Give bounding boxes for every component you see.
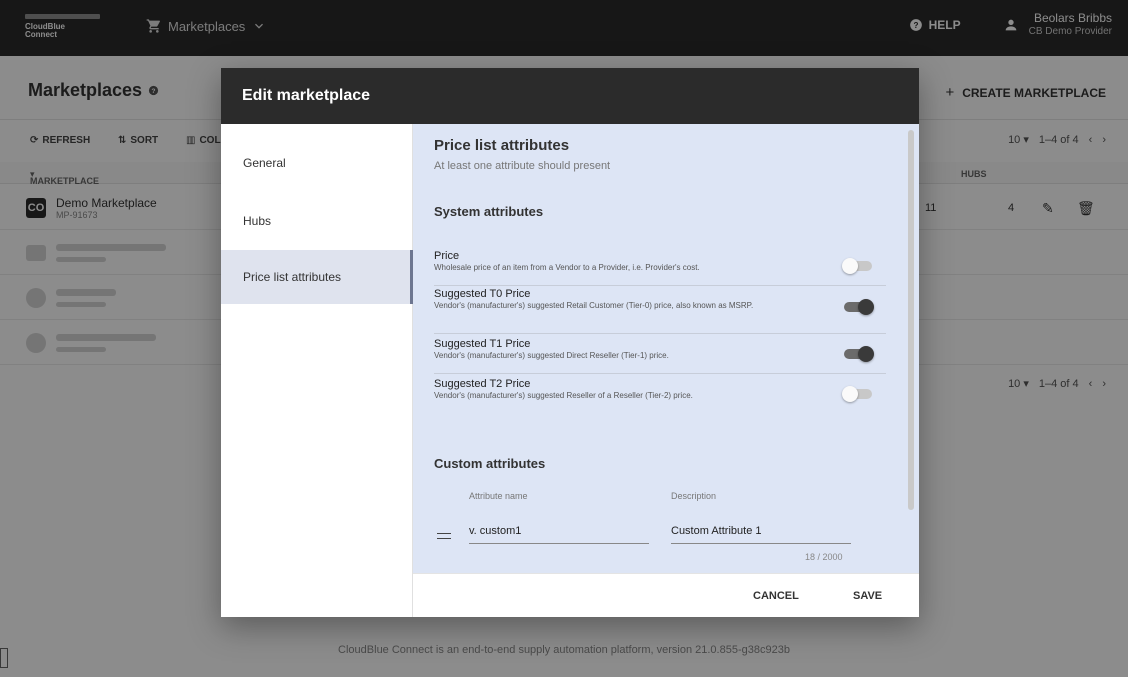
- attribute-name-header: Attribute name: [469, 491, 528, 501]
- t0-price-toggle[interactable]: [844, 299, 874, 315]
- t2-price-toggle[interactable]: [842, 386, 872, 402]
- custom-attributes-title: Custom attributes: [434, 456, 546, 471]
- attribute-name: Suggested T1 Price: [434, 338, 531, 350]
- attribute-name-input[interactable]: v. custom1: [469, 525, 649, 544]
- t1-price-toggle[interactable]: [844, 346, 874, 362]
- attribute-row-t2: Suggested T2 Price Vendor's (manufacture…: [434, 378, 886, 414]
- attribute-name: Suggested T0 Price: [434, 288, 531, 300]
- system-attributes-title: System attributes: [434, 204, 544, 219]
- character-counter: 18 / 2000: [805, 552, 843, 562]
- cancel-button[interactable]: CANCEL: [753, 590, 799, 602]
- description-header: Description: [671, 491, 717, 501]
- attribute-description: Vendor's (manufacturer's) suggested Rese…: [434, 391, 693, 400]
- dialog-footer: CANCEL SAVE: [413, 573, 919, 617]
- content-scrollbar[interactable]: [908, 130, 914, 510]
- attribute-description: Vendor's (manufacturer's) suggested Dire…: [434, 351, 669, 360]
- section-title: Price list attributes: [434, 137, 570, 154]
- attribute-description: Wholesale price of an item from a Vendor…: [434, 263, 700, 272]
- toggle-knob: [842, 258, 858, 274]
- side-nav-general[interactable]: General: [221, 136, 413, 190]
- save-button[interactable]: SAVE: [853, 590, 882, 602]
- attribute-name: Price: [434, 250, 460, 262]
- attribute-row-price: Price Wholesale price of an item from a …: [434, 250, 886, 286]
- drag-handle-icon[interactable]: [437, 533, 451, 539]
- toggle-knob: [858, 346, 874, 362]
- attribute-row-t0: Suggested T0 Price Vendor's (manufacture…: [434, 288, 886, 334]
- toggle-knob: [842, 386, 858, 402]
- side-nav-hubs[interactable]: Hubs: [221, 194, 413, 248]
- edit-marketplace-dialog: Edit marketplace General Hubs Price list…: [221, 68, 919, 617]
- side-nav-price-list-attributes[interactable]: Price list attributes: [221, 250, 413, 304]
- attribute-description: Vendor's (manufacturer's) suggested Reta…: [434, 301, 754, 310]
- attribute-row-t1: Suggested T1 Price Vendor's (manufacture…: [434, 338, 886, 374]
- attribute-name: Suggested T2 Price: [434, 378, 531, 390]
- dialog-title: Edit marketplace: [242, 87, 371, 104]
- price-toggle[interactable]: [842, 258, 872, 274]
- dialog-content: Price list attributes At least one attri…: [413, 124, 919, 573]
- dialog-header: Edit marketplace: [221, 68, 919, 124]
- section-subtitle: At least one attribute should present: [434, 160, 611, 172]
- attribute-description-input[interactable]: Custom Attribute 1: [671, 525, 851, 544]
- dialog-side-nav: General Hubs Price list attributes: [221, 124, 413, 617]
- toggle-knob: [858, 299, 874, 315]
